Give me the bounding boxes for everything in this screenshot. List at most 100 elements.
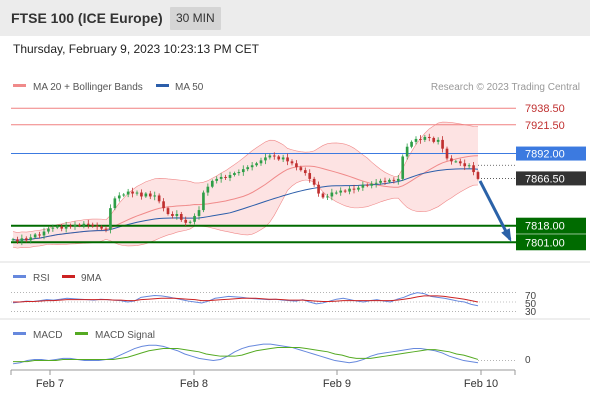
- candle-body: [69, 225, 72, 227]
- candle-body: [365, 184, 369, 186]
- candle-body: [405, 146, 409, 157]
- forecast-arrow: [478, 180, 512, 242]
- candle-body: [47, 228, 50, 232]
- candle-body: [361, 184, 365, 188]
- candle-body: [86, 223, 90, 225]
- rsi-legend-label: RSI: [33, 273, 50, 284]
- macd-legend-swatch: [13, 332, 26, 335]
- candle-body: [78, 224, 81, 226]
- candle-body: [392, 179, 396, 181]
- candle-body: [334, 192, 338, 194]
- candle-body: [113, 198, 117, 209]
- candle-body: [370, 183, 374, 186]
- chart-card: FTSE 100 (ICE Europe) 30 MIN Thursday, F…: [0, 0, 590, 400]
- candle-body: [122, 194, 126, 196]
- candle-body: [467, 165, 471, 167]
- candle-body: [441, 139, 444, 149]
- candle-body: [126, 191, 130, 195]
- candle-body: [463, 163, 467, 167]
- candle-body: [60, 226, 64, 229]
- candle-body: [237, 172, 241, 174]
- candle-body: [326, 196, 329, 198]
- candle-body: [95, 225, 99, 227]
- macd-legend-label: MACD: [33, 330, 62, 341]
- candle-body: [268, 155, 272, 158]
- candle-body: [432, 137, 436, 142]
- price-axis-labels: 7938.50 7921.50 7892.00 7866.50 7818.00 7801.…: [516, 103, 586, 251]
- rsi-ma-legend-swatch: [62, 275, 75, 278]
- time-tick-label: Feb 7: [36, 378, 64, 390]
- candle-body: [445, 148, 449, 159]
- candle-body: [348, 188, 351, 192]
- candle-body: [250, 165, 254, 168]
- candle-body: [264, 157, 267, 161]
- candle-body: [419, 138, 422, 140]
- pivot-label: 7892.00: [525, 149, 565, 161]
- candle-body: [343, 190, 347, 192]
- candle-body: [157, 195, 161, 202]
- candle-body: [55, 226, 59, 228]
- candle-body: [241, 169, 245, 173]
- candle-body: [33, 234, 37, 238]
- candle-body: [233, 173, 236, 175]
- candle-body: [193, 215, 196, 222]
- rsi-ma-legend-label: 9MA: [81, 273, 102, 284]
- candle-body: [290, 161, 294, 164]
- candle-body: [24, 238, 28, 241]
- ma50-legend-label: MA 50: [175, 82, 204, 93]
- candle-body: [286, 157, 289, 162]
- candle-body: [401, 156, 405, 179]
- candle-body: [171, 214, 174, 216]
- candle-body: [104, 228, 108, 230]
- candle-body: [140, 192, 143, 197]
- candle-body: [91, 224, 95, 226]
- candle-body: [476, 172, 480, 179]
- candle-body: [472, 165, 475, 173]
- bollinger-bands: [12, 121, 479, 249]
- macd-signal-legend-label: MACD Signal: [95, 330, 155, 341]
- candle-body: [179, 214, 183, 220]
- macd-signal-legend-swatch: [75, 332, 88, 335]
- candle-body: [162, 201, 165, 209]
- candle-body: [321, 193, 325, 198]
- candle-body: [299, 167, 303, 171]
- candle-body: [303, 170, 307, 174]
- rsi-plot: [11, 292, 516, 312]
- candle-body: [219, 176, 223, 179]
- candle-body: [458, 161, 462, 164]
- candle-body: [188, 221, 192, 223]
- candle-body: [295, 163, 298, 168]
- candle-body: [277, 156, 281, 160]
- candle-body: [255, 163, 258, 166]
- candle-body: [259, 160, 263, 164]
- candle-body: [42, 231, 46, 236]
- time-tick-label: Feb 10: [464, 378, 498, 390]
- ma20-legend-swatch: [13, 84, 26, 87]
- candle-body: [272, 155, 276, 157]
- candle-body: [427, 136, 431, 138]
- candle-body: [374, 182, 378, 184]
- macd-plot: [12, 343, 516, 365]
- rsi-legend-swatch: [13, 275, 26, 278]
- candle-body: [166, 208, 170, 214]
- candle-body: [423, 136, 427, 140]
- candle-body: [131, 191, 134, 194]
- time-axis-ticks: Feb 7 Feb 8 Feb 9 Feb 10: [10, 370, 516, 390]
- ma20-legend-label: MA 20 + Bollinger Bands: [33, 82, 143, 93]
- last-price-label: 7866.50: [525, 173, 565, 185]
- candle-body: [317, 184, 320, 194]
- candle-body: [38, 234, 41, 236]
- candle-body: [109, 208, 112, 230]
- support-label: 7801.00: [525, 237, 565, 249]
- candle-body: [281, 157, 285, 160]
- candle-body: [73, 224, 77, 227]
- candle-body: [454, 161, 458, 163]
- candle-body: [206, 186, 210, 193]
- time-tick-label: Feb 9: [323, 378, 351, 390]
- candle-body: [184, 219, 188, 223]
- candle-body: [246, 167, 250, 170]
- candle-body: [312, 178, 316, 185]
- price-chart: MA 20 + Bollinger Bands MA 50 Research ©…: [0, 82, 590, 390]
- resistance-label: 7938.50: [525, 103, 565, 115]
- candle-body: [82, 223, 86, 226]
